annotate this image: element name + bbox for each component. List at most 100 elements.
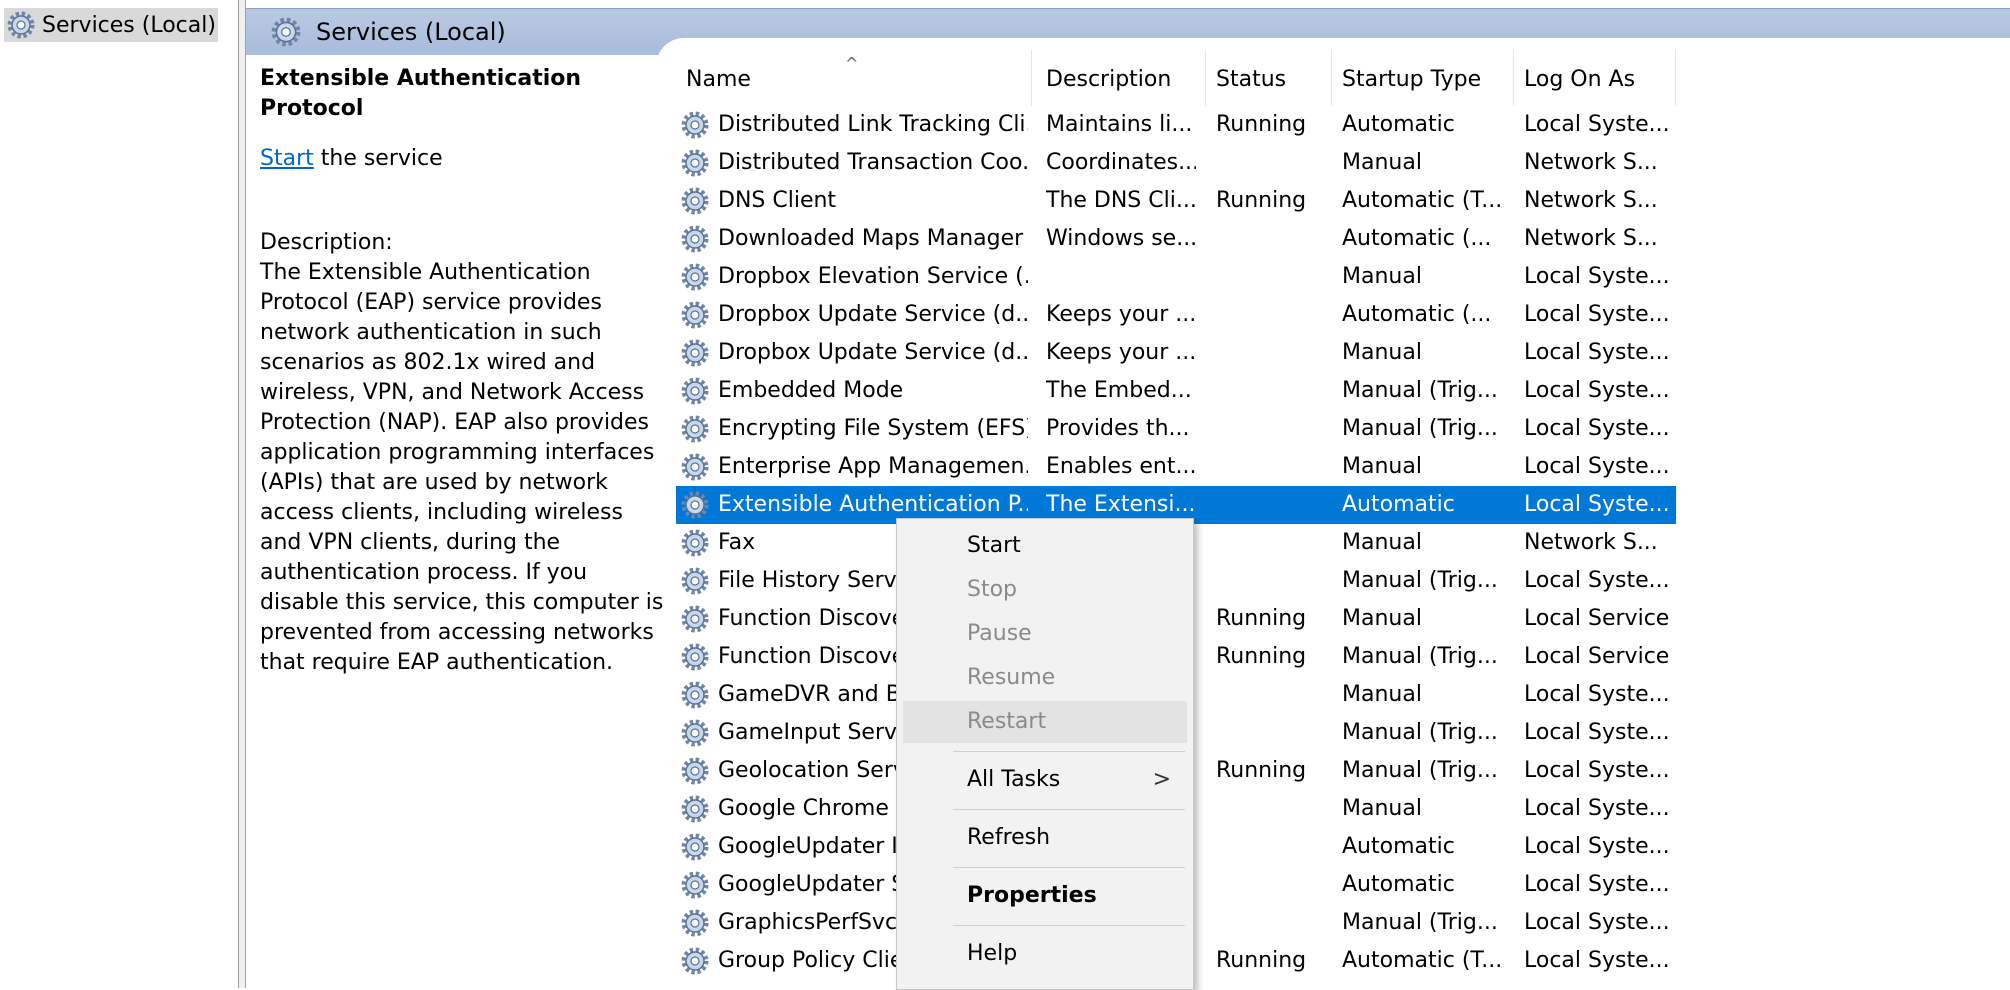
service-name: Dropbox Update Service (d... <box>718 340 1028 365</box>
gear-icon <box>680 338 710 368</box>
service-row[interactable]: GameDVR and Br Manual Local Syste... <box>676 676 1776 714</box>
service-row[interactable]: Google Chrome I Manual Local Syste... <box>676 790 1776 828</box>
service-name: Encrypting File System (EFS) <box>718 416 1028 441</box>
service-row[interactable]: Fax Manual Network S... <box>676 524 1776 562</box>
gear-icon <box>680 414 710 444</box>
menu-item-resume: Resume <box>967 665 1056 690</box>
service-row[interactable]: Distributed Link Tracking Cli... Maintain… <box>676 106 1776 144</box>
menu-separator <box>953 925 1185 926</box>
service-row[interactable]: GoogleUpdater S Automatic Local Syste... <box>676 866 1776 904</box>
service-description: Maintains li... <box>1046 112 1193 137</box>
service-log-on-as: Local Syste... <box>1524 682 1670 707</box>
service-startup-type: Manual (Trig... <box>1342 758 1498 783</box>
context-menu: Start Stop Pause Resume Restart All Task… <box>896 518 1194 990</box>
service-status <box>1216 524 1326 562</box>
gear-icon <box>680 642 710 672</box>
gear-icon <box>680 794 710 824</box>
service-log-on-as: Local Syste... <box>1524 416 1670 441</box>
start-service-line: Start the service <box>260 144 672 174</box>
service-name: Distributed Link Tracking Cli... <box>718 112 1028 137</box>
service-log-on-as: Local Syste... <box>1524 264 1670 289</box>
service-status <box>1216 144 1326 182</box>
service-row[interactable]: Embedded Mode The Embed... Manual (Trig...… <box>676 372 1776 410</box>
service-row[interactable]: Group Policy Clie Running Automatic (T... L… <box>676 942 1776 980</box>
column-header-description[interactable]: Description <box>1036 50 1206 106</box>
menu-item-start[interactable]: Start <box>897 525 1193 567</box>
menu-item-stop: Stop <box>967 577 1018 602</box>
menu-item-refresh[interactable]: Refresh <box>897 817 1193 859</box>
menu-item-all-tasks[interactable]: All Tasks > <box>897 759 1193 801</box>
menu-item-restart: Restart <box>903 701 1187 743</box>
service-startup-type: Automatic (T... <box>1342 188 1503 213</box>
tree-item-services-local[interactable]: Services (Local) <box>4 8 218 42</box>
service-row[interactable]: Dropbox Elevation Service (... Manual Loca… <box>676 258 1776 296</box>
menu-separator <box>953 867 1185 868</box>
service-log-on-as: Network S... <box>1524 226 1658 251</box>
service-name: Distributed Transaction Coo... <box>718 150 1028 175</box>
service-log-on-as: Local Syste... <box>1524 454 1670 479</box>
service-log-on-as: Local Syste... <box>1524 378 1670 403</box>
column-header-status[interactable]: Status <box>1206 50 1332 106</box>
service-description: Coordinates... <box>1046 150 1196 175</box>
service-startup-type: Manual (Trig... <box>1342 416 1498 441</box>
service-row[interactable]: GameInput Servic Manual (Trig... Local Sys… <box>676 714 1776 752</box>
service-row[interactable]: Enterprise App Managemen... Enables ent..… <box>676 448 1776 486</box>
service-log-on-as: Local Syste... <box>1524 112 1670 137</box>
gear-icon <box>680 148 710 178</box>
column-header-log-on-as[interactable]: Log On As <box>1514 50 1676 106</box>
service-startup-type: Manual (Trig... <box>1342 910 1498 935</box>
service-row[interactable]: Geolocation Serv Running Manual (Trig... Lo… <box>676 752 1776 790</box>
service-row[interactable]: Dropbox Update Service (d... Keeps your .… <box>676 296 1776 334</box>
service-name: Downloaded Maps Manager <box>718 226 1024 251</box>
menu-item-help[interactable]: Help <box>897 933 1193 975</box>
gear-icon <box>680 908 710 938</box>
service-row[interactable]: Distributed Transaction Coo... Coordinate… <box>676 144 1776 182</box>
gear-icon <box>680 946 710 976</box>
tree-item-label: Services (Local) <box>42 12 216 38</box>
service-title: Extensible Authentication Protocol <box>260 66 582 121</box>
service-status: Running <box>1216 758 1307 783</box>
gear-icon <box>680 224 710 254</box>
service-icon-cell <box>680 524 712 562</box>
service-icon-cell <box>680 638 712 676</box>
service-startup-type: Manual (Trig... <box>1342 644 1498 669</box>
service-description: Keeps your ... <box>1046 302 1196 327</box>
service-icon-cell <box>680 410 712 448</box>
service-log-on-as: Local Syste... <box>1524 568 1670 593</box>
service-row[interactable]: Encrypting File System (EFS) Provides th.… <box>676 410 1776 448</box>
service-row[interactable]: Dropbox Update Service (d... Keeps your .… <box>676 334 1776 372</box>
service-row[interactable]: GoogleUpdater In Automatic Local Syste... <box>676 828 1776 866</box>
service-row[interactable]: DNS Client The DNS Cli... Running Automatic… <box>676 182 1776 220</box>
service-icon-cell <box>680 866 712 904</box>
service-icon-cell <box>680 448 712 486</box>
service-log-on-as: Local Syste... <box>1524 340 1670 365</box>
service-status <box>1216 828 1326 866</box>
service-status <box>1216 448 1326 486</box>
service-name: Embedded Mode <box>718 378 904 403</box>
submenu-arrow-icon: > <box>1152 767 1171 792</box>
service-icon-cell <box>680 600 712 638</box>
service-status <box>1216 562 1326 600</box>
gear-icon <box>680 604 710 634</box>
service-icon-cell <box>680 828 712 866</box>
service-row[interactable]: Function Discove Running Manual Local Servi… <box>676 600 1776 638</box>
column-header-startup-type-label: Startup Type <box>1342 67 1482 92</box>
service-log-on-as: Local Syste... <box>1524 720 1670 745</box>
description-label: Description: <box>260 230 393 255</box>
service-status <box>1216 866 1326 904</box>
menu-item-properties[interactable]: Properties <box>897 875 1193 917</box>
gear-icon <box>680 490 710 520</box>
column-header-startup-type[interactable]: Startup Type <box>1332 50 1514 106</box>
service-name: Enterprise App Managemen... <box>718 454 1028 479</box>
gear-icon <box>680 528 710 558</box>
service-row[interactable]: File History Servic Manual (Trig... Local … <box>676 562 1776 600</box>
pane-splitter[interactable] <box>238 0 246 988</box>
service-row[interactable]: Function Discove Running Manual (Trig... Lo… <box>676 638 1776 676</box>
services-rows: Distributed Link Tracking Cli... Maintain… <box>676 106 1776 980</box>
service-row[interactable]: GraphicsPerfSvc Manual (Trig... Local Syst… <box>676 904 1776 942</box>
start-service-link[interactable]: Start <box>260 146 314 171</box>
service-row[interactable]: Downloaded Maps Manager Windows se... Auto… <box>676 220 1776 258</box>
header-title: Services (Local) <box>316 18 506 46</box>
service-startup-type: Automatic <box>1342 834 1455 859</box>
service-status: Running <box>1216 948 1307 973</box>
